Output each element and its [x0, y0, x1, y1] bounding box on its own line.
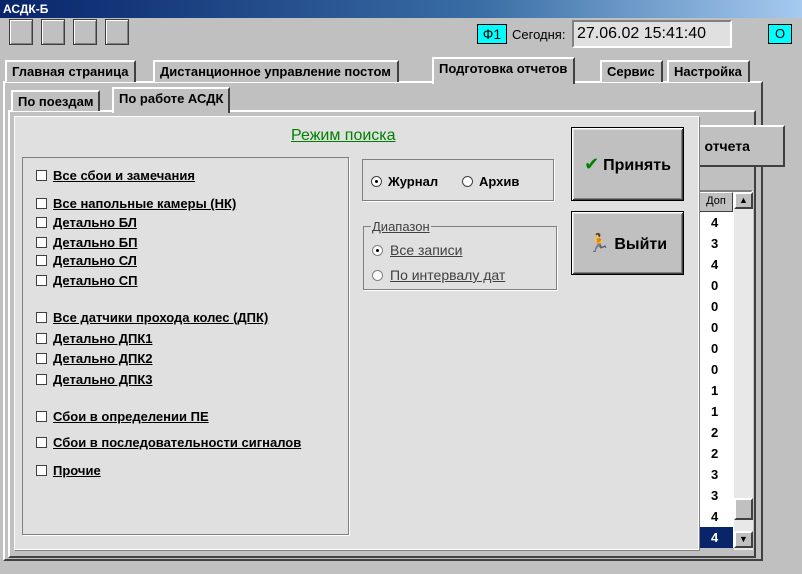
checkbox-icon[interactable] — [36, 237, 47, 248]
checkbox-all-dpk[interactable]: Все датчики прохода колес (ДПК) — [36, 310, 268, 325]
today-label: Сегодня: — [512, 27, 566, 42]
filter-group: Все сбои и замечания Все напольные камер… — [22, 157, 349, 535]
checkbox-detail-dpk2[interactable]: Детально ДПК2 — [36, 351, 153, 366]
radio-date-interval[interactable]: По интервалу дат — [372, 267, 505, 283]
grid-cell[interactable]: 3 — [699, 485, 733, 506]
radio-all-records[interactable]: Все записи — [372, 242, 462, 258]
checkbox-detail-bp[interactable]: Детально БП — [36, 235, 137, 250]
radio-selected-icon[interactable] — [372, 245, 383, 256]
f1-indicator[interactable]: Ф1 — [477, 24, 507, 44]
grid-cell[interactable]: 2 — [699, 422, 733, 443]
accept-button[interactable]: ✔ Принять — [571, 127, 684, 201]
dialog-title: Режим поиска — [291, 127, 396, 144]
grid-cell[interactable]: 0 — [699, 359, 733, 380]
grid-cell[interactable]: 4 — [699, 254, 733, 275]
checkbox-detail-bl[interactable]: Детально БЛ — [36, 215, 137, 230]
grid-cell[interactable]: 4 — [699, 506, 733, 527]
checkbox-detail-dpk3[interactable]: Детально ДПК3 — [36, 372, 153, 387]
checkbox-pe-failures[interactable]: Сбои в определении ПЕ — [36, 409, 209, 424]
tab-by-asdk[interactable]: По работе АСДК — [112, 87, 231, 113]
datetime-display: 27.06.02 15:41:40 — [572, 20, 732, 48]
tab-remote-control[interactable]: Дистанционное управление постом — [153, 60, 399, 82]
toolbar-button-2[interactable] — [41, 19, 65, 45]
grid-cell[interactable]: 4 — [699, 212, 733, 233]
checkbox-detail-sp[interactable]: Детально СП — [36, 273, 137, 288]
tab-by-trains[interactable]: По поездам — [11, 90, 101, 111]
running-man-icon: 🏃 — [587, 233, 611, 253]
checkbox-icon[interactable] — [36, 170, 47, 181]
grid-cell[interactable]: 0 — [699, 296, 733, 317]
checkbox-icon[interactable] — [36, 465, 47, 476]
checkbox-sequence-failures[interactable]: Сбои в последовательности сигналов — [36, 435, 301, 450]
tab-service[interactable]: Сервис — [600, 60, 663, 82]
toolbar-button-3[interactable] — [73, 19, 97, 45]
checkbox-all-cameras[interactable]: Все напольные камеры (НК) — [36, 196, 236, 211]
checkbox-icon[interactable] — [36, 255, 47, 266]
source-group: Журнал Архив — [362, 159, 554, 201]
window-title: АСДК-Б — [3, 2, 49, 16]
radio-icon[interactable] — [372, 270, 383, 281]
window-title-bar: АСДК-Б — [0, 0, 802, 18]
toolbar-button-1[interactable] — [9, 19, 33, 45]
checkbox-icon[interactable] — [36, 353, 47, 364]
scroll-thumb[interactable] — [734, 498, 753, 520]
search-mode-dialog: Режим поиска Все сбои и замечания Все на… — [14, 116, 699, 550]
radio-selected-icon[interactable] — [371, 176, 382, 187]
tab-main-page[interactable]: Главная страница — [5, 60, 137, 82]
grid-header[interactable]: Доп — [699, 192, 733, 212]
data-grid[interactable]: Доп 4 3 4 0 0 0 0 0 1 1 2 2 3 3 4 4 ▲ ▼ — [697, 190, 753, 550]
checkbox-icon[interactable] — [36, 275, 47, 286]
checkbox-icon[interactable] — [36, 217, 47, 228]
checkbox-icon[interactable] — [36, 437, 47, 448]
radio-journal[interactable]: Журнал — [371, 174, 438, 189]
radio-archive[interactable]: Архив — [462, 174, 519, 189]
checkbox-icon[interactable] — [36, 312, 47, 323]
exit-button[interactable]: 🏃 Выйти — [571, 211, 684, 275]
report-button-label: ь отчета — [692, 138, 750, 154]
grid-cell[interactable]: 3 — [699, 464, 733, 485]
tab-reports[interactable]: Подготовка отчетов — [432, 57, 576, 84]
grid-scrollbar[interactable]: ▲ ▼ — [734, 192, 753, 550]
range-label: Диапазон — [371, 219, 431, 234]
checkbox-icon[interactable] — [36, 198, 47, 209]
grid-cell[interactable]: 3 — [699, 233, 733, 254]
checkbox-all-failures[interactable]: Все сбои и замечания — [36, 168, 195, 183]
grid-cell[interactable]: 1 — [699, 401, 733, 422]
scroll-up-icon[interactable]: ▲ — [734, 192, 753, 209]
checkbox-detail-dpk1[interactable]: Детально ДПК1 — [36, 331, 153, 346]
checkbox-icon[interactable] — [36, 374, 47, 385]
tab-settings[interactable]: Настройка — [667, 60, 750, 82]
grid-cell[interactable]: 0 — [699, 338, 733, 359]
checkbox-detail-sl[interactable]: Детально СЛ — [36, 253, 137, 268]
checkbox-icon[interactable] — [36, 333, 47, 344]
radio-icon[interactable] — [462, 176, 473, 187]
grid-cell[interactable]: 1 — [699, 380, 733, 401]
grid-cell[interactable]: 0 — [699, 317, 733, 338]
o-indicator[interactable]: О — [768, 24, 792, 44]
checkbox-other[interactable]: Прочие — [36, 463, 101, 478]
checkmark-icon: ✔ — [584, 154, 600, 174]
grid-cell[interactable]: 0 — [699, 275, 733, 296]
range-group: Все записи По интервалу дат — [363, 226, 557, 290]
toolbar-button-4[interactable] — [105, 19, 129, 45]
grid-cell[interactable]: 2 — [699, 443, 733, 464]
checkbox-icon[interactable] — [36, 411, 47, 422]
scroll-down-icon[interactable]: ▼ — [734, 531, 753, 548]
grid-cell-selected[interactable]: 4 — [699, 527, 733, 548]
